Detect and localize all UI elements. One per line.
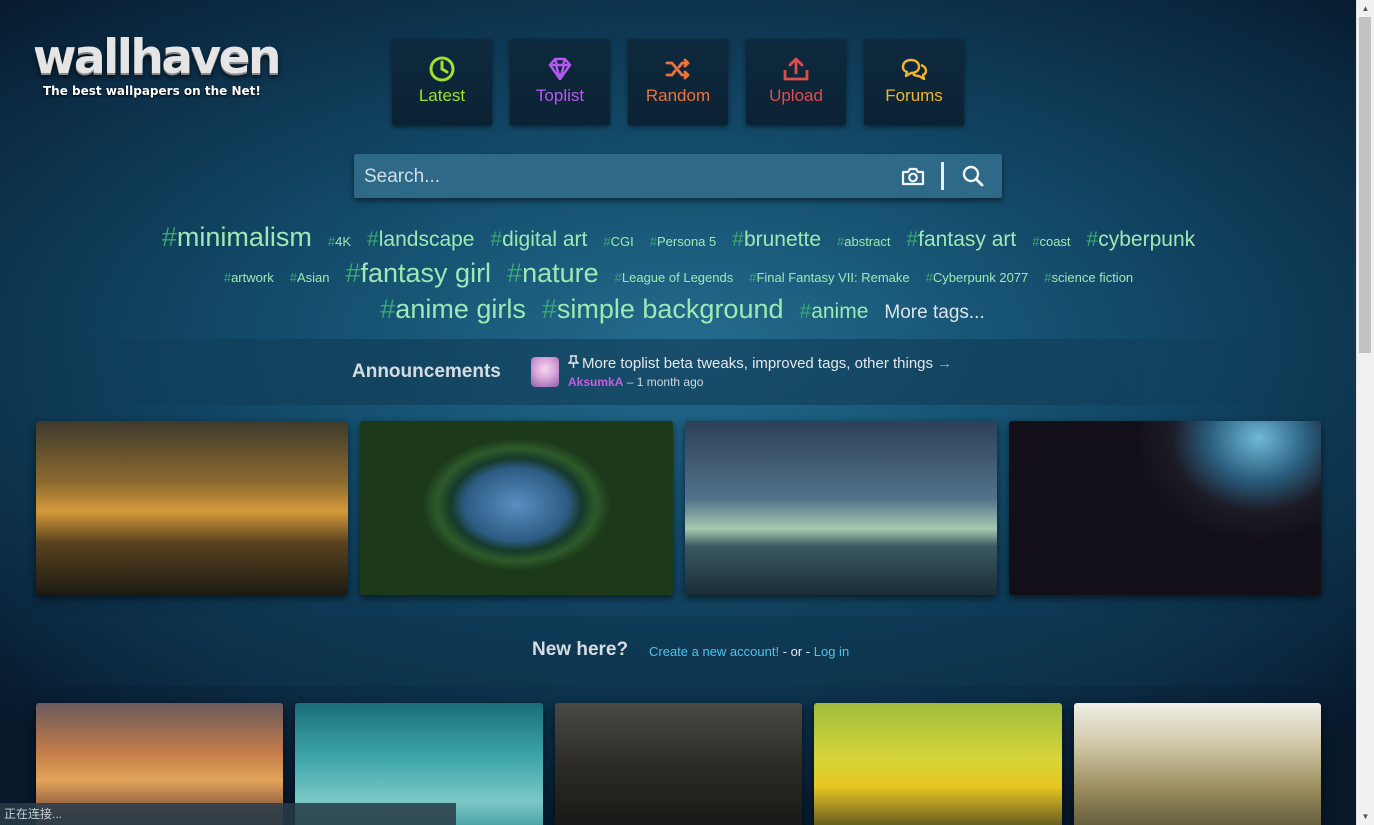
or-separator: - or - bbox=[779, 644, 814, 659]
search-icon[interactable] bbox=[961, 164, 985, 188]
nav-toplist-label: Toplist bbox=[535, 86, 585, 105]
announcement-meta: AksumkA – 1 month ago bbox=[568, 375, 703, 389]
pin-icon bbox=[567, 355, 580, 372]
scroll-up-arrow-icon[interactable]: ▲ bbox=[1357, 0, 1374, 17]
nav-upload-button[interactable]: Upload bbox=[746, 39, 846, 125]
login-link[interactable]: Log in bbox=[814, 644, 849, 659]
clock-icon bbox=[429, 56, 455, 82]
announcements-bar: Announcements More toplist beta tweaks, … bbox=[0, 339, 1357, 405]
tag-cloud-row-3: #anime girls #simple background #anime M… bbox=[0, 294, 1357, 325]
tag-link[interactable]: #brunette bbox=[732, 228, 821, 252]
tag-link[interactable]: #CGI bbox=[603, 234, 633, 249]
wallpaper-thumbnail[interactable] bbox=[1009, 421, 1321, 595]
chat-icon bbox=[901, 58, 928, 81]
author-link[interactable]: AksumkA bbox=[568, 375, 623, 389]
avatar[interactable] bbox=[531, 357, 559, 387]
wallpaper-thumbnail[interactable] bbox=[685, 421, 997, 595]
nav-forums-label: Forums bbox=[885, 86, 943, 105]
nav-latest-label: Latest bbox=[418, 86, 466, 105]
nav-forums-button[interactable]: Forums bbox=[864, 39, 964, 125]
diamond-icon bbox=[548, 57, 572, 81]
search-divider bbox=[941, 162, 944, 190]
scrollbar[interactable]: ▲ ▼ bbox=[1356, 0, 1374, 825]
scrollbar-thumb[interactable] bbox=[1359, 17, 1371, 353]
new-here-title: New here? bbox=[532, 639, 629, 660]
tag-link[interactable]: #coast bbox=[1032, 234, 1070, 249]
tag-link[interactable]: #science fiction bbox=[1044, 270, 1133, 285]
tag-link[interactable]: #anime girls bbox=[380, 294, 526, 325]
search-bar bbox=[354, 154, 1002, 200]
wallpaper-thumbnail[interactable] bbox=[814, 703, 1062, 825]
tag-link[interactable]: #simple background bbox=[542, 294, 784, 325]
wallpaper-thumbnail[interactable] bbox=[555, 703, 802, 825]
tag-link[interactable]: #Cyberpunk 2077 bbox=[926, 270, 1029, 285]
announcement-link[interactable]: More toplist beta tweaks, improved tags,… bbox=[567, 355, 953, 372]
shuffle-icon bbox=[665, 58, 690, 80]
browser-status-bar: 正在连接... bbox=[0, 803, 456, 825]
new-here-bar: New here? Create a new account! - or - L… bbox=[0, 616, 1357, 686]
tag-link[interactable]: #abstract bbox=[837, 234, 890, 249]
logo-tagline: The best wallpapers on the Net! bbox=[43, 84, 261, 98]
nav-upload-label: Upload bbox=[769, 86, 823, 105]
wallpaper-thumbnail[interactable] bbox=[36, 421, 348, 595]
tag-link[interactable]: #League of Legends bbox=[615, 270, 734, 285]
create-account-link[interactable]: Create a new account! bbox=[649, 644, 779, 659]
announcements-title: Announcements bbox=[352, 361, 501, 382]
tag-link[interactable]: #minimalism bbox=[162, 222, 312, 253]
tag-link[interactable]: #cyberpunk bbox=[1087, 228, 1196, 252]
wallpaper-thumbnail[interactable] bbox=[1074, 703, 1321, 825]
page: wallhaven The best wallpapers on the Net… bbox=[0, 0, 1357, 825]
logo-title: wallhaven bbox=[33, 30, 282, 85]
tag-cloud-row-2: #artwork #Asian #fantasy girl #nature #L… bbox=[0, 258, 1357, 289]
nav-random-button[interactable]: Random bbox=[628, 39, 728, 125]
tag-link[interactable]: #landscape bbox=[367, 228, 474, 252]
tag-link[interactable]: #digital art bbox=[490, 228, 587, 252]
camera-icon[interactable] bbox=[901, 166, 925, 186]
nav-toplist-button[interactable]: Toplist bbox=[510, 39, 610, 125]
tag-link[interactable]: #anime bbox=[800, 300, 869, 324]
logo[interactable]: wallhaven The best wallpapers on the Net… bbox=[33, 28, 282, 98]
upload-icon bbox=[783, 57, 809, 81]
search-input[interactable] bbox=[354, 154, 896, 200]
tag-link[interactable]: #Asian bbox=[290, 270, 330, 285]
tag-link[interactable]: #artwork bbox=[224, 270, 274, 285]
tag-link[interactable]: #nature bbox=[507, 258, 599, 289]
arrow-right-icon: → bbox=[933, 355, 953, 372]
tag-link[interactable]: #4K bbox=[328, 234, 351, 249]
announcement-time: – 1 month ago bbox=[626, 375, 704, 389]
tag-cloud-row-1: #minimalism #4K #landscape #digital art … bbox=[0, 222, 1357, 253]
more-tags-link[interactable]: More tags... bbox=[884, 302, 984, 324]
scroll-down-arrow-icon[interactable]: ▼ bbox=[1357, 808, 1374, 825]
nav-random-label: Random bbox=[645, 86, 711, 105]
tag-link[interactable]: #Persona 5 bbox=[650, 234, 717, 249]
main-nav: Latest Toplist Random Upload Forums bbox=[392, 39, 964, 125]
wallpaper-thumbnail[interactable] bbox=[360, 421, 673, 595]
tag-link[interactable]: #Final Fantasy VII: Remake bbox=[749, 270, 909, 285]
tag-link[interactable]: #fantasy girl bbox=[345, 258, 491, 289]
new-here-links: Create a new account! - or - Log in bbox=[649, 644, 849, 659]
nav-latest-button[interactable]: Latest bbox=[392, 39, 492, 125]
tag-link[interactable]: #fantasy art bbox=[906, 228, 1016, 252]
